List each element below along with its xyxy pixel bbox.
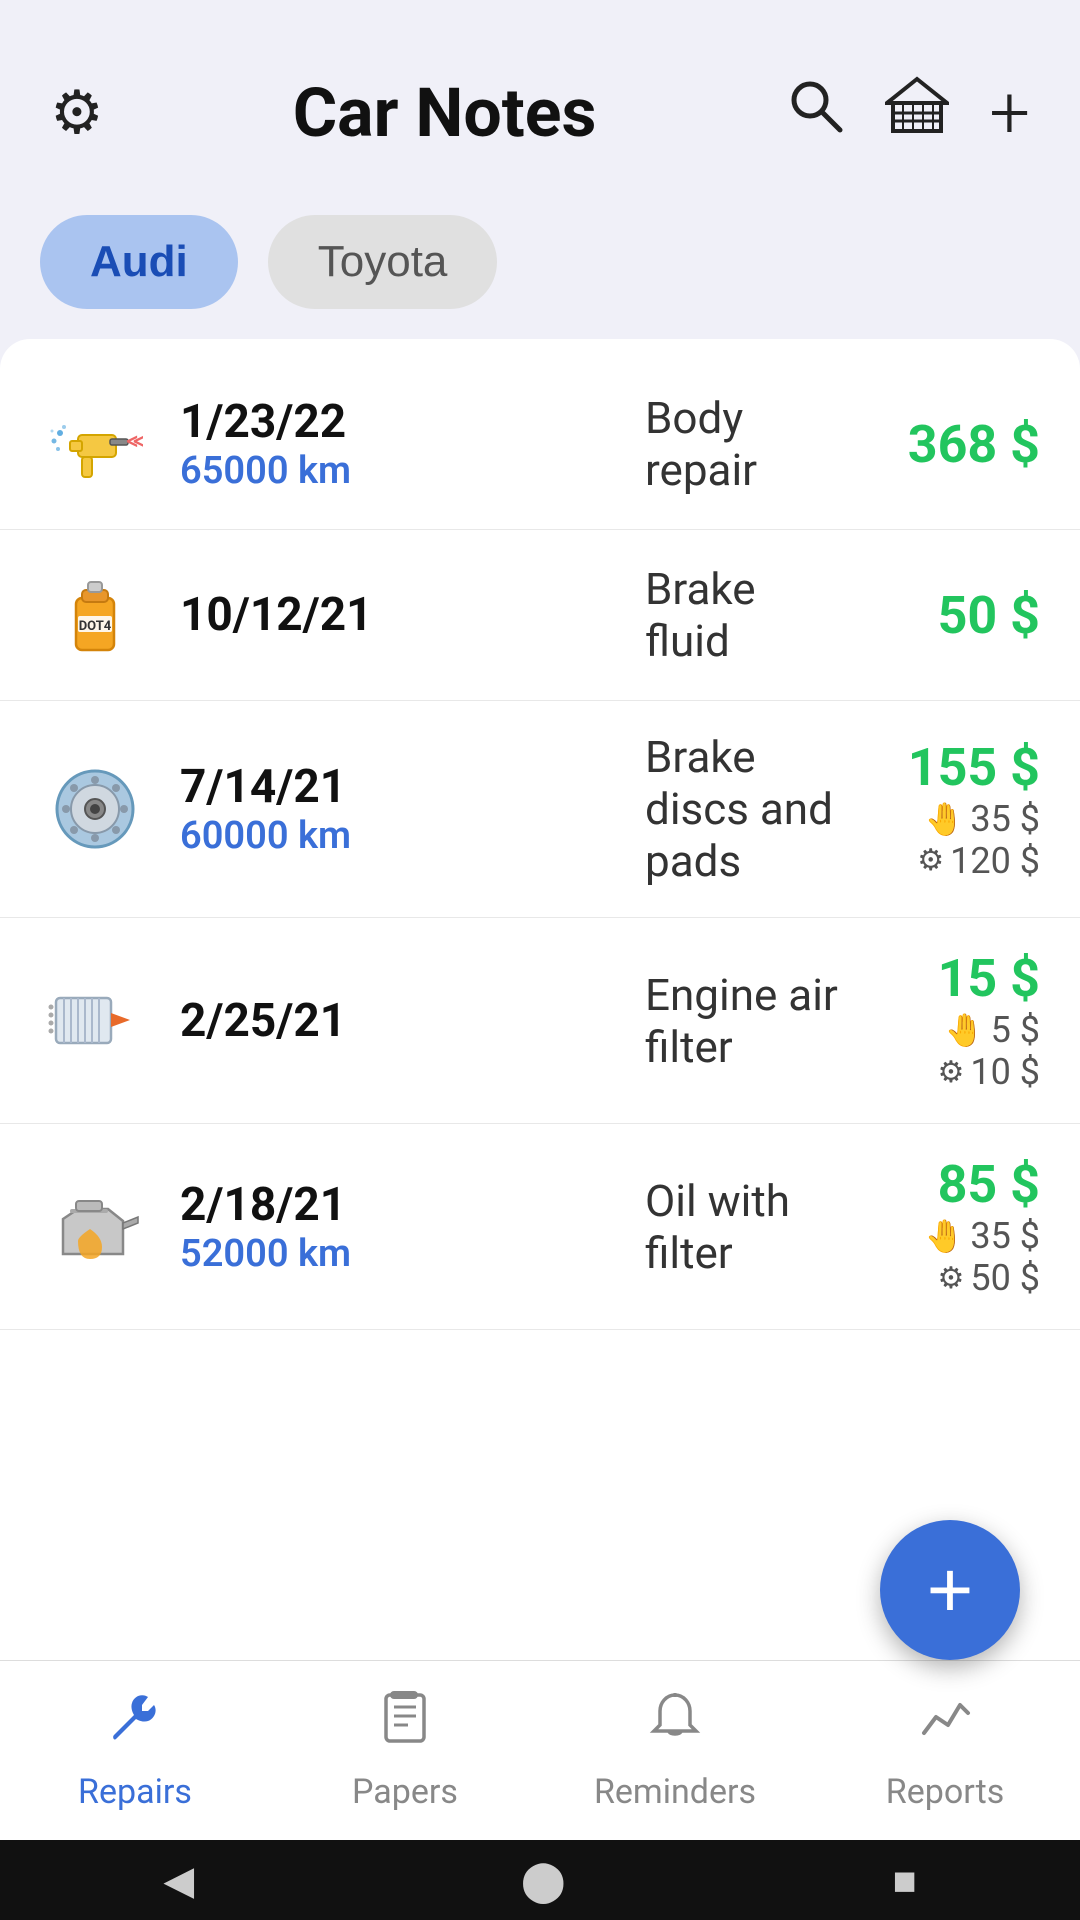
repair-icon-disc: [40, 754, 150, 864]
android-navigation-bar: ◀ ⬤ ■: [0, 1840, 1080, 1920]
search-icon[interactable]: [775, 65, 855, 160]
repair-date-info: 1/23/22 65000 km: [180, 395, 595, 493]
add-repair-fab[interactable]: +: [880, 1520, 1020, 1660]
back-button[interactable]: ◀: [163, 1857, 194, 1904]
recents-button[interactable]: ■: [892, 1857, 916, 1904]
bottom-navigation: Repairs Papers Reminders: [0, 1660, 1080, 1840]
car-tab-toyota[interactable]: Toyota: [268, 215, 498, 309]
papers-icon: [376, 1689, 434, 1762]
repair-cost: 85 $ 🤚 35 $ ⚙ 50 $: [840, 1154, 1040, 1299]
header: ⚙ Car Notes +: [0, 0, 1080, 195]
repair-cost: 50 $: [840, 585, 1040, 646]
add-icon[interactable]: +: [979, 60, 1040, 165]
nav-item-reminders[interactable]: Reminders: [540, 1661, 810, 1840]
table-row[interactable]: 2/25/21 Engine air filter 15 $ 🤚 5 $ ⚙ 1…: [0, 918, 1080, 1124]
nav-item-reports[interactable]: Reports: [810, 1661, 1080, 1840]
car-tab-audi[interactable]: Audi: [40, 215, 238, 309]
nav-label-reminders: Reminders: [594, 1772, 756, 1812]
repair-icon-spray: ≪: [40, 389, 150, 499]
table-row[interactable]: 7/14/21 60000 km Brake discs and pads 15…: [0, 701, 1080, 918]
repair-icon-fluid: DOT4: [40, 560, 150, 670]
repair-icon-filter: [40, 966, 150, 1076]
garage-icon[interactable]: [875, 65, 959, 160]
app-title: Car Notes: [114, 73, 776, 153]
repair-date-info: 7/14/21 60000 km: [180, 760, 595, 858]
repair-cost: 368 $: [840, 414, 1040, 475]
table-row[interactable]: ≪ 1/23/22 65000 km Body repair 368 $: [0, 359, 1080, 530]
nav-item-repairs[interactable]: Repairs: [0, 1661, 270, 1840]
svg-text:DOT4: DOT4: [78, 619, 111, 634]
table-row[interactable]: DOT4 10/12/21 Brake fluid 50 $: [0, 530, 1080, 701]
reports-icon: [916, 1689, 974, 1762]
nav-label-repairs: Repairs: [78, 1772, 192, 1812]
bell-icon: [646, 1689, 704, 1762]
repair-cost: 155 $ 🤚 35 $ ⚙ 120 $: [840, 737, 1040, 882]
table-row[interactable]: 2/18/21 52000 km Oil with filter 85 $ 🤚 …: [0, 1124, 1080, 1330]
nav-label-papers: Papers: [352, 1772, 458, 1812]
repair-cost: 15 $ 🤚 5 $ ⚙ 10 $: [840, 948, 1040, 1093]
nav-item-papers[interactable]: Papers: [270, 1661, 540, 1840]
repair-icon-oil: [40, 1172, 150, 1282]
car-selector: Audi Toyota: [0, 195, 1080, 339]
svg-text:≪: ≪: [126, 431, 143, 452]
repair-date-info: 2/25/21: [180, 994, 595, 1048]
home-button[interactable]: ⬤: [521, 1857, 566, 1904]
settings-icon[interactable]: ⚙: [40, 67, 114, 158]
repair-date-info: 10/12/21: [180, 588, 595, 642]
repair-date-info: 2/18/21 52000 km: [180, 1178, 595, 1276]
nav-label-reports: Reports: [886, 1772, 1005, 1812]
wrench-icon: [106, 1689, 164, 1762]
